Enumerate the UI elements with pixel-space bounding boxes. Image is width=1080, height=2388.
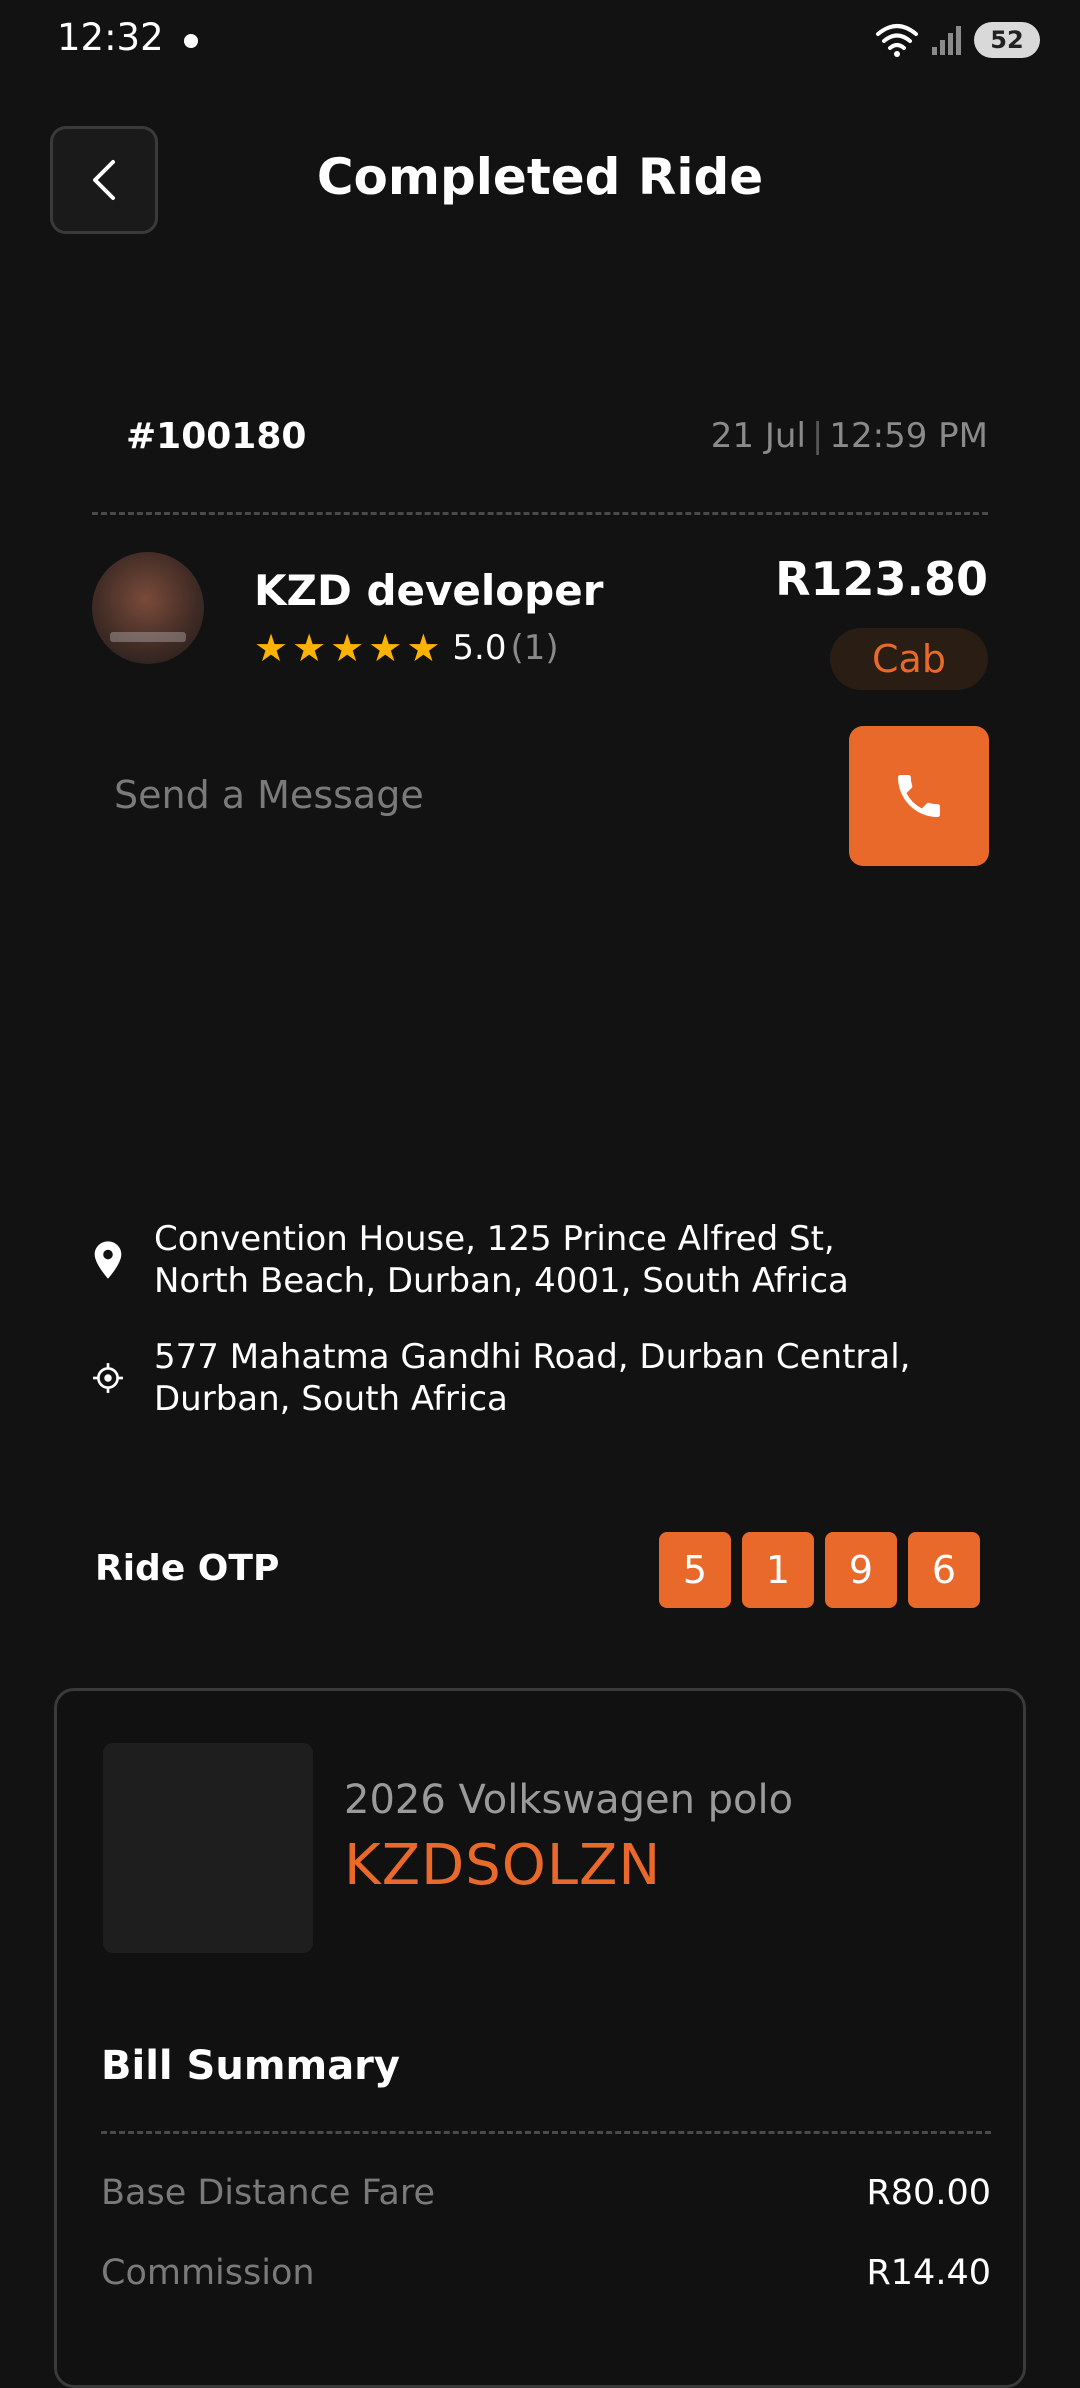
status-time: 12:32 [57, 16, 164, 59]
otp-digit: 6 [908, 1532, 980, 1608]
otp-digit: 9 [825, 1532, 897, 1608]
call-button[interactable] [849, 726, 989, 866]
ride-type-badge: Cab [830, 628, 988, 690]
ride-date: 21 Jul [710, 416, 806, 456]
dropoff-location: 577 Mahatma Gandhi Road, Durban Central,… [92, 1336, 934, 1420]
bill-row-value: R80.00 [866, 2173, 991, 2213]
star-icon: ★ [406, 626, 441, 670]
battery-icon: 52 [974, 22, 1040, 58]
rating-count: (1) [510, 628, 559, 668]
dropoff-address: 577 Mahatma Gandhi Road, Durban Central,… [154, 1337, 911, 1419]
ride-time: 12:59 PM [829, 416, 988, 456]
star-icon: ★ [254, 626, 289, 670]
star-icon: ★ [330, 626, 365, 670]
avatar [92, 552, 204, 664]
vehicle-image [103, 1743, 313, 1953]
ride-price: R123.80 [775, 552, 988, 606]
rating-value: 5.0 [452, 628, 507, 668]
bill-row: Commission R14.40 [101, 2253, 991, 2293]
header: Completed Ride [0, 120, 1080, 240]
divider [101, 2131, 991, 2134]
otp-digit: 1 [742, 1532, 814, 1608]
pickup-address: Convention House, 125 Prince Alfred St, … [154, 1219, 849, 1301]
bill-row: Base Distance Fare R80.00 [101, 2173, 991, 2213]
datetime-separator: | [811, 416, 824, 456]
star-icon: ★ [292, 626, 327, 670]
bill-row-value: R14.40 [866, 2253, 991, 2293]
otp-code: 5 1 9 6 [659, 1532, 980, 1608]
message-input[interactable] [92, 730, 822, 860]
target-icon [93, 1363, 123, 1393]
pickup-location: Convention House, 125 Prince Alfred St, … [92, 1218, 934, 1302]
divider [92, 512, 988, 515]
vehicle-model: 2026 Volkswagen polo [344, 1777, 794, 1823]
driver-name: KZD developer [254, 566, 604, 615]
star-icon: ★ [368, 626, 403, 670]
bill-summary-title: Bill Summary [101, 2043, 400, 2089]
page-title: Completed Ride [316, 148, 764, 206]
bill-row-label: Base Distance Fare [101, 2173, 436, 2213]
status-bar: 12:32 52 [0, 0, 1080, 80]
vehicle-card: 2026 Volkswagen polo KZDSOLZN Bill Summa… [54, 1688, 1026, 2388]
wifi-icon [876, 24, 918, 57]
vehicle-plate: KZDSOLZN [344, 1833, 662, 1898]
bill-row-label: Commission [101, 2253, 315, 2293]
otp-digit: 5 [659, 1532, 731, 1608]
phone-icon [898, 775, 940, 817]
notification-dot-icon [184, 34, 198, 48]
ride-datetime: 21 Jul | 12:59 PM [711, 416, 988, 456]
otp-label: Ride OTP [95, 1548, 280, 1589]
ride-id: #100180 [126, 416, 307, 457]
location-pin-icon [94, 1241, 122, 1279]
signal-icon [932, 26, 961, 55]
driver-rating: ★ ★ ★ ★ ★ 5.0 (1) [254, 628, 559, 668]
avatar-caption [110, 632, 186, 642]
status-icons: 52 [874, 20, 1040, 60]
